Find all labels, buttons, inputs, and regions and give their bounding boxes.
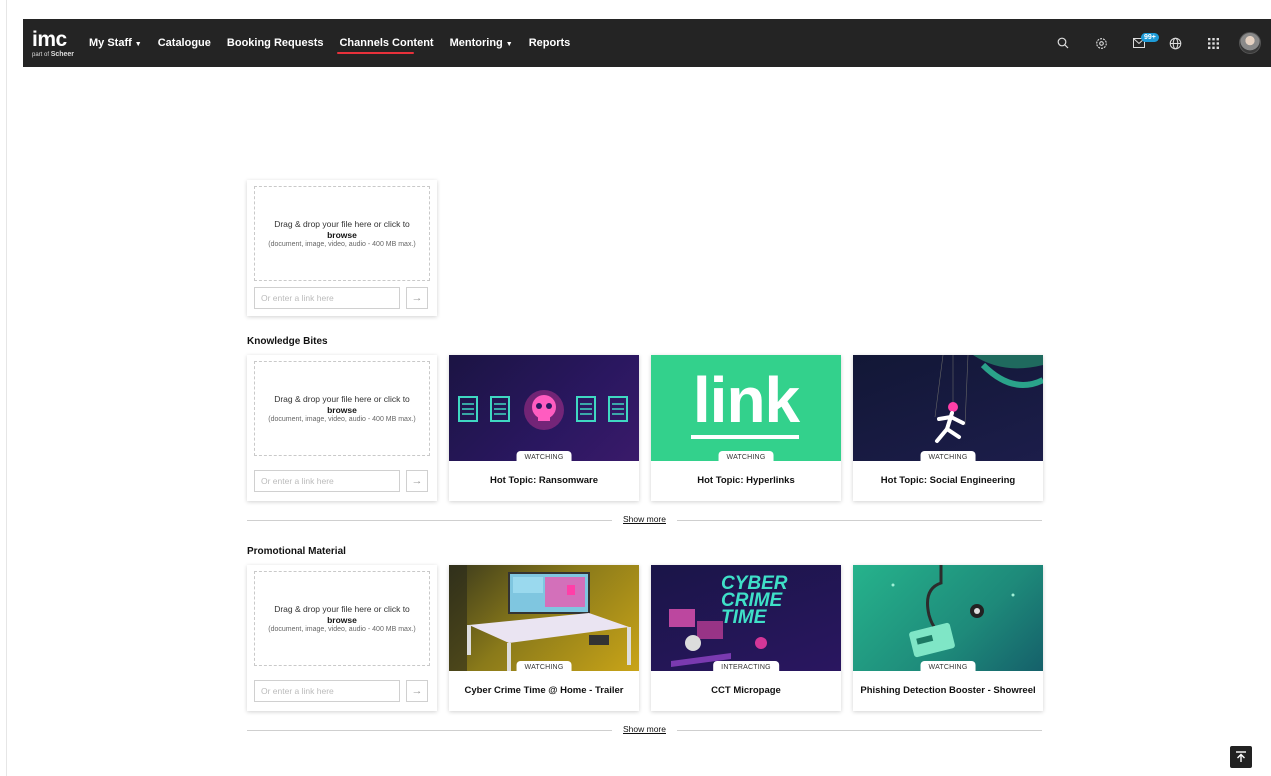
content-tile-hyperlinks[interactable]: link WATCHING Hot Topic: Hyperlinks — [651, 355, 841, 501]
tile-title: Cyber Crime Time @ Home - Trailer — [464, 685, 624, 696]
section-title-knowledge-bites: Knowledge Bites — [247, 336, 328, 347]
dropzone-text: Drag & drop your file here or click to — [274, 218, 410, 229]
content-tile-cct-micropage[interactable]: CYBER CRIME TIME INTERACTING CCT Micropa… — [651, 565, 841, 711]
scroll-to-top-button[interactable] — [1230, 746, 1252, 768]
divider-line — [247, 730, 612, 731]
submit-link-button[interactable]: → — [406, 680, 428, 702]
dropzone-hint: (document, image, video, audio - 400 MB … — [268, 240, 416, 248]
thumbnail-phishing-booster — [853, 565, 1043, 671]
chevron-down-icon: ▼ — [134, 41, 142, 48]
nav-mentoring[interactable]: Mentoring ▼ — [450, 37, 513, 49]
dropzone-text: Drag & drop your file here or click to — [274, 603, 410, 614]
settings-icon[interactable] — [1093, 35, 1109, 51]
page: imc part of Scheer My Staff ▼ Catalogue B… — [0, 0, 1271, 776]
globe-icon[interactable] — [1167, 35, 1183, 51]
dropzone-hint: (document, image, video, audio - 400 MB … — [268, 625, 416, 633]
nav-label: Reports — [528, 37, 571, 49]
file-dropzone[interactable]: Drag & drop your file here or click to b… — [254, 571, 430, 666]
file-dropzone[interactable]: Drag & drop your file here or click to b… — [254, 361, 430, 456]
link-input[interactable] — [254, 680, 400, 702]
show-more-link[interactable]: Show more — [617, 724, 672, 734]
thumbnail-social-engineering — [853, 355, 1043, 461]
content-tile-social-engineering[interactable]: WATCHING Hot Topic: Social Engineering — [853, 355, 1043, 501]
content-tile-cct-home-trailer[interactable]: WATCHING Cyber Crime Time @ Home - Trail… — [449, 565, 639, 711]
browse-link[interactable]: browse — [327, 405, 357, 415]
divider-line — [677, 520, 1042, 521]
arrow-up-icon — [1236, 751, 1246, 762]
tile-title: Phishing Detection Booster - Showreel — [860, 685, 1036, 696]
nav-catalogue[interactable]: Catalogue — [158, 37, 211, 49]
thumbnail-hyperlinks: link — [651, 355, 841, 461]
nav-label: Booking Requests — [226, 37, 324, 49]
nav-booking-requests[interactable]: Booking Requests — [227, 37, 324, 49]
tile-title: Hot Topic: Hyperlinks — [697, 475, 795, 486]
link-input[interactable] — [254, 287, 400, 309]
content-tile-ransomware[interactable]: WATCHING Hot Topic: Ransomware — [449, 355, 639, 501]
logo-subtext: part of Scheer — [32, 51, 78, 58]
nav-channels-content[interactable]: Channels Content — [337, 37, 434, 54]
underline-decoration — [691, 435, 799, 439]
upload-card-top: Drag & drop your file here or click to b… — [247, 180, 437, 316]
avatar[interactable] — [1239, 32, 1261, 54]
dropzone-text: Drag & drop your file here or click to — [274, 393, 410, 404]
left-divider — [6, 0, 7, 776]
tile-title: Hot Topic: Social Engineering — [880, 475, 1016, 486]
link-input[interactable] — [254, 470, 400, 492]
tile-title: Hot Topic: Ransomware — [489, 475, 599, 486]
nav-reports[interactable]: Reports — [529, 37, 571, 49]
divider-line — [677, 730, 1042, 731]
upload-card-knowledge-bites: Drag & drop your file here or click to b… — [247, 355, 437, 501]
show-more-row-promotional-material: Show more — [247, 724, 1042, 736]
browse-link[interactable]: browse — [327, 230, 357, 240]
browse-link[interactable]: browse — [327, 615, 357, 625]
thumbnail-cct-micropage: CYBER CRIME TIME — [651, 565, 841, 671]
arrow-right-icon: → — [411, 685, 423, 697]
nav-label: My Staff — [89, 37, 132, 49]
thumbnail-cct-home — [449, 565, 639, 671]
content-tile-phishing-booster[interactable]: WATCHING Phishing Detection Booster - Sh… — [853, 565, 1043, 711]
file-dropzone[interactable]: Drag & drop your file here or click to b… — [254, 186, 430, 281]
logo-sub-brand: Scheer — [50, 50, 75, 58]
apps-grid-icon[interactable] — [1205, 35, 1221, 51]
toolbar-icons: 99+ — [1033, 32, 1271, 54]
show-more-link[interactable]: Show more — [617, 514, 672, 524]
messages-button[interactable]: 99+ — [1133, 33, 1161, 51]
nav-label: Channels Content — [339, 37, 434, 49]
nav-label: Mentoring — [449, 37, 503, 49]
show-more-row-knowledge-bites: Show more — [247, 514, 1042, 526]
main-nav: My Staff ▼ Catalogue Booking Requests Cha… — [89, 37, 586, 54]
submit-link-button[interactable]: → — [406, 287, 428, 309]
arrow-right-icon: → — [411, 475, 423, 487]
top-navigation-bar: imc part of Scheer My Staff ▼ Catalogue B… — [23, 19, 1271, 67]
arrow-right-icon: → — [411, 292, 423, 304]
dropzone-hint: (document, image, video, audio - 400 MB … — [268, 415, 416, 423]
nav-label: Catalogue — [157, 37, 211, 49]
submit-link-button[interactable]: → — [406, 470, 428, 492]
search-icon[interactable] — [1055, 35, 1071, 51]
divider-line — [247, 520, 612, 521]
messages-badge: 99+ — [1141, 33, 1159, 42]
upload-card-promotional-material: Drag & drop your file here or click to b… — [247, 565, 437, 711]
chevron-down-icon: ▼ — [505, 41, 513, 48]
tile-title: CCT Micropage — [711, 685, 781, 696]
thumbnail-ransomware — [449, 355, 639, 461]
thumbnail-link-text: link — [692, 364, 800, 436]
section-title-promotional-material: Promotional Material — [247, 546, 346, 557]
imc-logo[interactable]: imc part of Scheer — [32, 29, 78, 58]
nav-my-staff[interactable]: My Staff ▼ — [89, 37, 142, 49]
logo-text: imc — [32, 27, 67, 51]
logo-sub-prefix: part of — [32, 51, 50, 58]
